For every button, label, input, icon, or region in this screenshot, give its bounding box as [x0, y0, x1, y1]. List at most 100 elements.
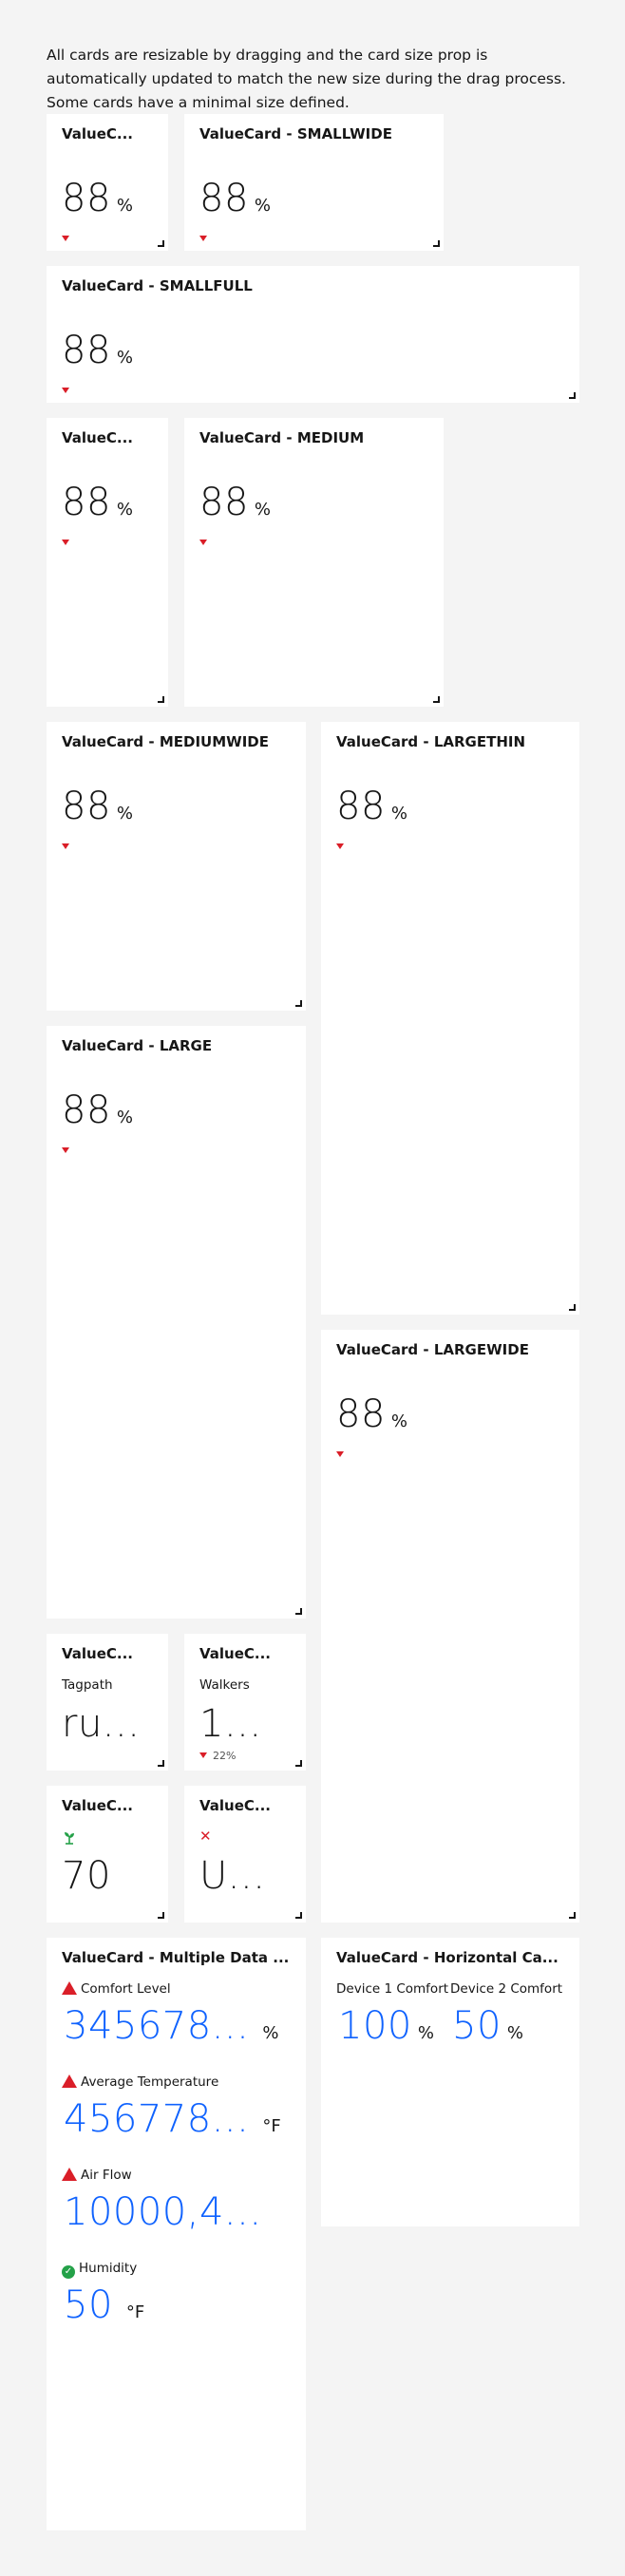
card-title: ValueC...	[62, 1645, 134, 1662]
card-value: 88	[199, 177, 249, 220]
attribute-unit: %	[417, 2023, 434, 2043]
resize-handle[interactable]	[433, 240, 440, 247]
card-unit: %	[116, 196, 134, 216]
card-title: ValueCard - LARGE	[62, 1037, 213, 1054]
value-card-tagpath: ValueC... Tagpath ru...	[47, 1634, 168, 1771]
card-value: 88	[62, 785, 111, 828]
trend-down-icon	[62, 843, 69, 849]
trend-down-icon	[62, 236, 69, 241]
card-unit: %	[116, 1108, 134, 1127]
attribute-value: 50	[452, 2004, 502, 2048]
card-value: 70	[62, 1854, 111, 1898]
card-unit: %	[116, 348, 134, 368]
card-title: ValueCard - Multiple Data ...	[62, 1949, 290, 1966]
resize-handle[interactable]	[295, 1912, 302, 1919]
card-unit: %	[390, 804, 408, 824]
card-title: ValueCard - Horizontal Ca...	[336, 1949, 559, 1966]
card-value: 88	[62, 177, 111, 220]
trend-down-icon	[336, 843, 344, 849]
attribute-unit: °F	[262, 2116, 281, 2136]
attribute-label: Average Temperature	[62, 2074, 218, 2090]
card-value: U...	[199, 1854, 266, 1898]
card-unit: %	[116, 500, 134, 520]
attribute-unit: %	[262, 2023, 279, 2043]
trend-row: 22%	[199, 1750, 236, 1762]
card-value: 88	[62, 329, 111, 372]
value-card-smallfull: ValueCard - SMALLFULL 88%	[47, 266, 579, 403]
card-value: 1...	[199, 1702, 262, 1746]
value-card-large: ValueCard - LARGE 88%	[47, 1026, 306, 1619]
attribute-value: 50	[64, 2283, 113, 2327]
value-card-icon: ValueC... 70	[47, 1786, 168, 1923]
value-card-smallwide: ValueCard - SMALLWIDE 88%	[184, 114, 444, 251]
card-value: ru...	[62, 1702, 141, 1746]
resize-handle[interactable]	[433, 696, 440, 703]
plant-icon	[62, 1829, 77, 1848]
trend-down-icon	[62, 1147, 69, 1153]
card-unit: %	[254, 196, 272, 216]
trend-down-icon	[336, 1451, 344, 1457]
card-title: ValueCard - MEDIUMWIDE	[62, 733, 269, 750]
trend-down-icon	[199, 1752, 207, 1758]
card-title: ValueC...	[62, 125, 134, 142]
card-unit: %	[254, 500, 272, 520]
card-title: ValueC...	[199, 1645, 272, 1662]
card-value: 88	[62, 481, 111, 524]
card-title: ValueCard - SMALLFULL	[62, 277, 253, 294]
attribute-label: Walkers	[199, 1677, 250, 1693]
value-card-medium: ValueCard - MEDIUM 88%	[184, 418, 444, 707]
card-value: 88	[199, 481, 249, 524]
resize-handle[interactable]	[569, 1304, 576, 1311]
warning-icon	[62, 1981, 77, 1995]
resize-handle[interactable]	[295, 1000, 302, 1007]
resize-handle[interactable]	[569, 392, 576, 399]
card-value: 88	[336, 1392, 386, 1436]
trend-down-icon	[199, 236, 207, 241]
attribute-value: 10000,4...	[64, 2190, 262, 2234]
value-card-largewide: ValueCard - LARGEWIDE 88%	[321, 1330, 579, 1923]
value-card-mediumwide: ValueCard - MEDIUMWIDE 88%	[47, 722, 306, 1011]
checkmark-icon: ✓	[62, 2265, 75, 2279]
value-card-multiple: ValueCard - Multiple Data ... Comfort Le…	[47, 1938, 306, 2530]
attribute-label: Comfort Level	[62, 1981, 171, 1997]
trend-value: 22%	[213, 1750, 237, 1762]
card-title: ValueCard - MEDIUM	[199, 429, 365, 446]
card-title: ValueC...	[62, 429, 134, 446]
value-card-walkers: ValueC... Walkers 1... 22%	[184, 1634, 306, 1771]
resize-handle[interactable]	[295, 1608, 302, 1615]
warning-icon	[62, 2074, 77, 2088]
attribute-label: ✓ Humidity	[62, 2261, 137, 2279]
resize-handle[interactable]	[569, 1912, 576, 1919]
card-unit: %	[390, 1411, 408, 1431]
value-card-medium-thin: ValueC... 88%	[47, 418, 168, 707]
value-card-largethin: ValueCard - LARGETHIN 88%	[321, 722, 579, 1315]
resize-handle[interactable]	[158, 1760, 164, 1767]
card-value: 88	[336, 785, 386, 828]
value-card-small: ValueC... 88%	[47, 114, 168, 251]
trend-down-icon	[62, 388, 69, 393]
attribute-unit: %	[506, 2023, 524, 2043]
trend-down-icon	[199, 540, 207, 545]
attribute-label: Device 1 Comfort	[336, 1981, 449, 1997]
warning-icon	[62, 2168, 77, 2181]
attribute-value: 345678...	[64, 2004, 250, 2048]
attribute-value: 456778...	[64, 2097, 250, 2141]
value-card-horizontal: ValueCard - Horizontal Ca... Device 1 Co…	[321, 1938, 579, 2226]
resize-handle[interactable]	[295, 1760, 302, 1767]
trend-down-icon	[62, 540, 69, 545]
close-icon: ✕	[199, 1828, 212, 1845]
attribute-label: Device 2 Comfort	[450, 1981, 563, 1997]
resize-handle[interactable]	[158, 240, 164, 247]
card-value: 88	[62, 1089, 111, 1132]
card-title: ValueC...	[199, 1797, 272, 1814]
attribute-value: 100	[338, 2004, 412, 2048]
resize-handle[interactable]	[158, 696, 164, 703]
resize-handle[interactable]	[158, 1912, 164, 1919]
attribute-unit: °F	[125, 2302, 145, 2322]
intro-text: All cards are resizable by dragging and …	[47, 47, 566, 111]
card-title: ValueCard - LARGETHIN	[336, 733, 526, 750]
value-card-error: ValueC... ✕ U...	[184, 1786, 306, 1923]
card-title: ValueC...	[62, 1797, 134, 1814]
attribute-label: Air Flow	[62, 2168, 132, 2183]
card-unit: %	[116, 804, 134, 824]
